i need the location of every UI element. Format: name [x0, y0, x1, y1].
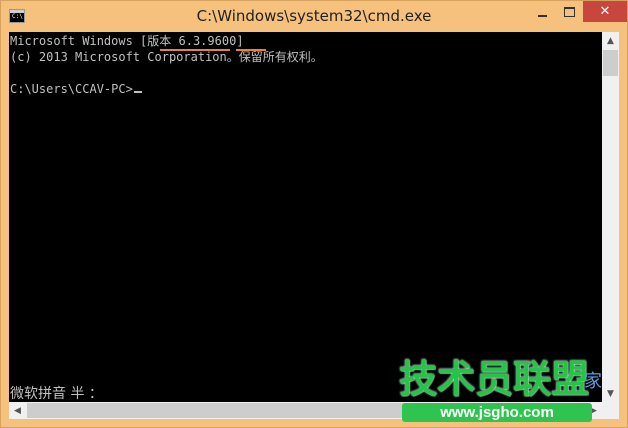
text-cursor — [133, 91, 142, 93]
version-suffix: ] — [236, 34, 244, 48]
watermark-brand: 技术员联盟 — [399, 357, 590, 401]
scroll-left-arrow-icon[interactable]: ◀ — [9, 402, 26, 419]
title-bar[interactable]: C:\Windows\system32\cmd.exe — [1, 1, 627, 32]
minimize-button[interactable] — [529, 1, 556, 22]
site-watermark: 技术员联盟 家 www.jsgho.com — [399, 357, 614, 425]
watermark-brand-suffix: 家 — [584, 371, 602, 392]
close-button[interactable] — [583, 1, 627, 22]
vertical-scrollbar[interactable]: ▲ ▼ — [602, 32, 619, 402]
watermark-url: www.jsgho.com — [402, 403, 592, 422]
cmd-window: C:\Windows\system32\cmd.exe Microsoft Wi… — [0, 0, 628, 428]
ime-status-bar: 微软拼音 半 ： — [10, 386, 103, 402]
version-line: Microsoft Windows [版本 6.3.9600] — [10, 33, 244, 49]
scroll-up-arrow-icon[interactable]: ▲ — [602, 32, 619, 49]
copyright-line: (c) 2013 Microsoft Corporation。保留所有权利。 — [10, 50, 323, 64]
vertical-scroll-thumb[interactable] — [603, 50, 618, 76]
command-prompt-line[interactable]: C:\Users\CCAV-PC> — [10, 81, 142, 97]
version-number: 版本 6.3.9600 — [147, 34, 237, 48]
maximize-button[interactable] — [556, 1, 583, 22]
prompt-text: C:\Users\CCAV-PC> — [10, 82, 133, 96]
version-prefix: Microsoft Windows [ — [10, 34, 148, 48]
window-controls — [529, 1, 627, 27]
console-output[interactable]: Microsoft Windows [版本 6.3.9600] (c) 2013… — [9, 32, 602, 402]
